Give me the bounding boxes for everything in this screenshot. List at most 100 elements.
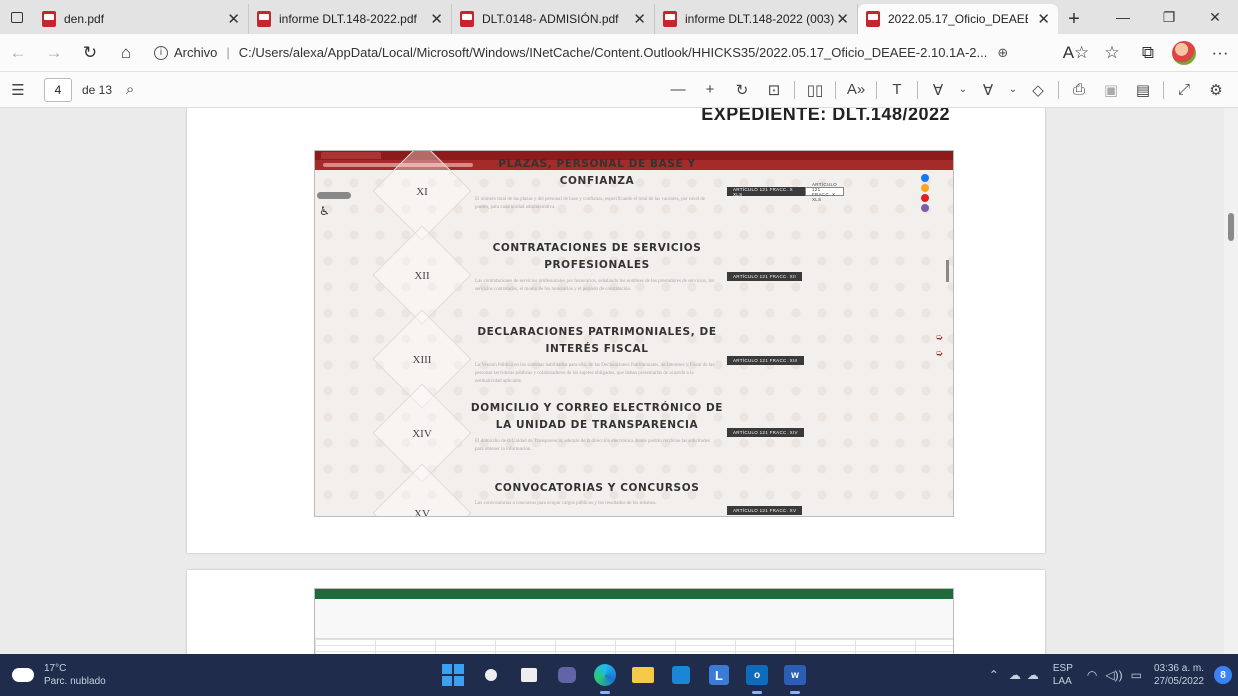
- tab-actions-button[interactable]: [0, 0, 34, 34]
- contents-icon[interactable]: ☰: [0, 81, 36, 99]
- social-icon: [921, 204, 929, 212]
- download-button[interactable]: ARTÍCULO 121 FRACC. X XLS: [805, 182, 845, 202]
- pdf-viewer[interactable]: EXPEDIENTE: DLT.148/2022 ♿ ➭ ➭ XI PLAZAS…: [0, 108, 1238, 654]
- file-explorer-button[interactable]: [630, 662, 656, 688]
- add-text-icon[interactable]: T: [881, 81, 913, 98]
- download-button[interactable]: ARTÍCULO 121 FRACC. XIII: [727, 356, 804, 365]
- task-view-icon: [521, 668, 537, 682]
- info-icon[interactable]: i: [154, 45, 168, 60]
- fit-page-icon[interactable]: ⊡: [758, 81, 790, 99]
- zoom-icon[interactable]: ⊕: [997, 45, 1008, 61]
- clock[interactable]: 03:36 a. m. 27/05/2022: [1154, 662, 1204, 688]
- refresh-button[interactable]: ↻: [72, 37, 108, 69]
- close-window-button[interactable]: ✕: [1192, 0, 1238, 34]
- download-button[interactable]: ARTÍCULO 121 FRACC. XII: [727, 272, 803, 281]
- minimize-button[interactable]: —: [1100, 0, 1146, 34]
- word-icon: w: [784, 665, 806, 685]
- profile-button[interactable]: [1166, 37, 1202, 69]
- embedded-screenshot: ♿ ➭ ➭ XI PLAZAS, PERSONAL DE BASE Y CONF…: [314, 150, 954, 517]
- volume-icon[interactable]: ◁)): [1105, 668, 1122, 682]
- start-button[interactable]: [440, 662, 466, 688]
- task-view-button[interactable]: [516, 662, 542, 688]
- home-button[interactable]: ⌂: [108, 37, 144, 69]
- pdf-toolbar: ☰ 4 de 13 ⌕ — + ↻ ⊡ ▯▯ A» T ∀ ⌄ ∀ ⌄ ◇ ⎙ …: [0, 72, 1238, 108]
- transparency-page: ♿ ➭ ➭ XI PLAZAS, PERSONAL DE BASE Y CONF…: [315, 151, 953, 516]
- tab-informe-003[interactable]: informe DLT.148-2022 (003).pdf ✕: [655, 4, 858, 34]
- weather-widget[interactable]: 17°C Parc. nublado: [9, 662, 106, 688]
- zoom-in-icon[interactable]: +: [694, 81, 726, 98]
- download-button[interactable]: ARTÍCULO 121 FRACC. XV: [727, 506, 803, 515]
- chevron-up-icon[interactable]: ⌃: [989, 668, 999, 682]
- back-button[interactable]: ←: [0, 37, 36, 69]
- language-indicator[interactable]: ESP LAA: [1053, 662, 1073, 688]
- page-number-input[interactable]: 4: [44, 77, 72, 102]
- outlook-icon: o: [746, 665, 768, 685]
- section-title: CONVOCATORIAS Y CONCURSOS: [494, 482, 700, 494]
- eraser-icon[interactable]: ◇: [1022, 81, 1054, 99]
- chevron-down-icon[interactable]: ⌄: [1004, 84, 1022, 95]
- store-button[interactable]: [668, 662, 694, 688]
- edge-button[interactable]: [592, 662, 618, 694]
- gear-icon[interactable]: ⚙: [1200, 81, 1232, 99]
- section-numeral: XIII: [412, 354, 432, 366]
- save-as-icon[interactable]: ▤: [1127, 81, 1159, 99]
- close-icon[interactable]: ✕: [430, 10, 443, 28]
- notification-badge[interactable]: 8: [1214, 666, 1232, 684]
- scrollbar-thumb[interactable]: [1228, 213, 1234, 241]
- read-aloud-icon[interactable]: A☆: [1058, 37, 1094, 69]
- weather-icon: [9, 662, 34, 682]
- weather-condition: Parc. nublado: [44, 676, 106, 687]
- close-icon[interactable]: ✕: [227, 10, 240, 28]
- tab-den-pdf[interactable]: den.pdf ✕: [34, 4, 249, 34]
- taskbar-apps: L o w: [440, 654, 808, 696]
- word-button[interactable]: w: [782, 662, 808, 694]
- draw-icon[interactable]: ∀: [922, 81, 954, 99]
- tab-informe-dlt[interactable]: informe DLT.148-2022.pdf ✕: [249, 4, 452, 34]
- rotate-icon[interactable]: ↻: [726, 81, 758, 99]
- cloud-icon[interactable]: ☁: [1027, 668, 1039, 682]
- close-icon[interactable]: ✕: [836, 10, 849, 28]
- read-aloud-icon[interactable]: A»: [840, 81, 872, 98]
- tab-title: DLT.0148- ADMISIÓN.pdf: [482, 12, 619, 26]
- app-button[interactable]: L: [706, 662, 732, 688]
- chat-icon: [558, 667, 576, 683]
- forward-button[interactable]: →: [36, 37, 72, 69]
- store-icon: [672, 666, 690, 684]
- zoom-out-icon[interactable]: —: [662, 81, 694, 98]
- section-description: El domicilio de la Unidad de Transparenc…: [475, 439, 710, 452]
- tab-oficio-active[interactable]: 2022.05.17_Oficio_DEAEE-2.10.1A-2... ✕: [858, 4, 1058, 34]
- wifi-icon[interactable]: ◠: [1087, 668, 1097, 682]
- download-button[interactable]: ARTÍCULO 121 FRACC. XIV: [727, 428, 804, 437]
- battery-icon[interactable]: ▭: [1131, 668, 1142, 682]
- collections-icon[interactable]: ⧉: [1130, 37, 1166, 69]
- tab-admision[interactable]: DLT.0148- ADMISIÓN.pdf ✕: [452, 4, 655, 34]
- pdf-icon: [42, 11, 56, 27]
- highlight-icon[interactable]: ∀: [972, 81, 1004, 99]
- print-icon[interactable]: ⎙: [1063, 81, 1095, 98]
- page-view-icon[interactable]: ▯▯: [799, 81, 831, 99]
- tab-actions-icon: [11, 11, 23, 23]
- pdf-page: EXPEDIENTE: DLT.148/2022 ♿ ➭ ➭ XI PLAZAS…: [187, 108, 1045, 553]
- new-tab-button[interactable]: +: [1058, 4, 1090, 34]
- favorites-icon[interactable]: ☆: [1094, 37, 1130, 69]
- viewer-scrollbar[interactable]: [1224, 108, 1238, 654]
- restore-button[interactable]: ❐: [1146, 0, 1192, 34]
- chat-button[interactable]: [554, 662, 580, 688]
- search-icon[interactable]: ⌕: [112, 81, 148, 98]
- section-description: La Versión Pública en los sistemas habil…: [475, 363, 715, 384]
- windows-taskbar: 17°C Parc. nublado L o w ⌃ ☁ ☁ ESP LAA ◠…: [0, 654, 1238, 696]
- close-icon[interactable]: ✕: [1037, 10, 1050, 28]
- save-icon[interactable]: ▣: [1095, 81, 1127, 99]
- download-button[interactable]: ARTÍCULO 121 FRACC. X XLS: [727, 187, 807, 197]
- outlook-button[interactable]: o: [744, 662, 770, 694]
- close-icon[interactable]: ✕: [633, 10, 646, 28]
- more-menu-icon[interactable]: ···: [1202, 37, 1238, 69]
- cloud-icon[interactable]: ☁: [1009, 668, 1021, 682]
- screenshot-tab: [321, 152, 381, 159]
- address-field[interactable]: i Archivo | C:/Users/alexa/AppData/Local…: [144, 38, 1058, 68]
- fullscreen-icon[interactable]: ⤢: [1168, 81, 1200, 98]
- section-xv: XV CONVOCATORIAS Y CONCURSOS Las convoca…: [372, 463, 807, 516]
- tab-title: den.pdf: [64, 12, 105, 26]
- chevron-down-icon[interactable]: ⌄: [954, 84, 972, 95]
- search-button[interactable]: [478, 662, 504, 688]
